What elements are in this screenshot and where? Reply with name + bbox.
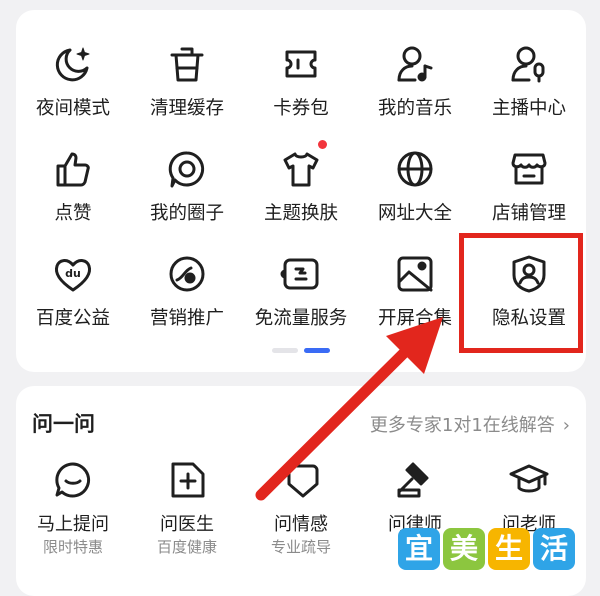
watermark-char: 活 bbox=[533, 528, 575, 570]
menu-item-streamer-center[interactable]: 主播中心 bbox=[472, 36, 586, 136]
menu-item-label: 网址大全 bbox=[377, 203, 452, 224]
more-experts-link[interactable]: 更多专家1对1在线解答 › bbox=[370, 411, 570, 437]
heart-chat-icon bbox=[287, 464, 319, 498]
ask-item-quick-question[interactable]: 马上提问 限时特惠 bbox=[16, 456, 130, 566]
menu-item-label: 卡券包 bbox=[273, 98, 329, 119]
watermark-char: 美 bbox=[443, 528, 485, 570]
watermark-char: 宜 bbox=[398, 528, 440, 570]
shop-icon bbox=[511, 153, 547, 185]
tshirt-icon bbox=[283, 152, 319, 187]
ask-item-sub: 限时特惠 bbox=[42, 538, 103, 556]
menu-item-label: 开屏合集 bbox=[377, 308, 452, 329]
menu-item-my-music[interactable]: 我的音乐 bbox=[358, 36, 472, 136]
medical-cross-icon bbox=[171, 462, 205, 498]
menu-item-label: 我的音乐 bbox=[377, 98, 452, 119]
circle-chat-icon bbox=[168, 151, 205, 188]
menu-item-label: 主题换肤 bbox=[263, 203, 338, 224]
watermark-logo: 宜美生活 bbox=[398, 528, 584, 572]
image-collection-icon bbox=[397, 256, 433, 292]
highlight-box bbox=[459, 233, 583, 353]
svg-text:du: du bbox=[65, 267, 81, 280]
more-link-text: 更多专家1对1在线解答 bbox=[369, 415, 555, 436]
menu-item-label: 点赞 bbox=[54, 203, 92, 224]
ask-item-sub: 专业疏导 bbox=[270, 538, 331, 556]
menu-item-label: 清理缓存 bbox=[149, 98, 224, 119]
menu-item-themes[interactable]: 主题换肤 bbox=[244, 141, 358, 241]
data-free-icon bbox=[280, 258, 319, 290]
page-dot-inactive bbox=[272, 348, 298, 353]
heart-du-icon: du bbox=[54, 259, 92, 292]
menu-item-night-mode[interactable]: 夜间模式 bbox=[16, 36, 130, 136]
chevron-right-icon: › bbox=[562, 415, 570, 436]
moon-star-icon bbox=[55, 47, 90, 82]
menu-item-marketing[interactable]: 营销推广 bbox=[130, 246, 244, 346]
menu-item-charity[interactable]: du 百度公益 bbox=[16, 246, 130, 346]
ask-item-doctor[interactable]: 问医生 百度健康 bbox=[130, 456, 244, 566]
menu-item-label: 免流量服务 bbox=[254, 308, 348, 329]
menu-item-data-free[interactable]: 免流量服务 bbox=[244, 246, 358, 346]
globe-icon bbox=[397, 151, 433, 187]
menu-item-label: 夜间模式 bbox=[35, 98, 110, 119]
page-indicator bbox=[272, 348, 332, 354]
page-dot-active bbox=[304, 348, 330, 353]
menu-item-label: 营销推广 bbox=[149, 308, 224, 329]
menu-item-label: 我的圈子 bbox=[149, 203, 224, 224]
menu-item-label: 店铺管理 bbox=[491, 203, 566, 224]
user-mic-icon bbox=[511, 46, 545, 83]
ask-item-label: 问医生 bbox=[160, 514, 214, 535]
trash-bin-icon bbox=[170, 47, 204, 82]
ask-item-label: 马上提问 bbox=[37, 514, 109, 535]
section-title: 问一问 bbox=[32, 412, 95, 436]
menu-item-coupons[interactable]: 卡券包 bbox=[244, 36, 358, 136]
notification-badge bbox=[318, 140, 327, 149]
menu-item-my-circles[interactable]: 我的圈子 bbox=[130, 141, 244, 241]
ask-item-sub: 百度健康 bbox=[156, 538, 217, 556]
ask-item-label: 问情感 bbox=[274, 514, 328, 535]
watermark-char: 生 bbox=[488, 528, 530, 570]
gavel-icon bbox=[397, 462, 429, 498]
ask-item-emotion[interactable]: 问情感 专业疏导 bbox=[244, 456, 358, 566]
thumbs-up-icon bbox=[56, 152, 90, 187]
menu-item-label: 百度公益 bbox=[35, 308, 110, 329]
menu-item-clear-cache[interactable]: 清理缓存 bbox=[130, 36, 244, 136]
chat-bubble-icon bbox=[55, 462, 91, 498]
graduation-cap-icon bbox=[509, 464, 549, 493]
menu-item-label: 主播中心 bbox=[491, 98, 566, 119]
marketing-icon bbox=[169, 256, 205, 292]
menu-item-splash-collection[interactable]: 开屏合集 bbox=[358, 246, 472, 346]
user-music-icon bbox=[397, 46, 433, 82]
coupon-icon bbox=[285, 50, 317, 78]
menu-item-likes[interactable]: 点赞 bbox=[16, 141, 130, 241]
menu-item-shop-management[interactable]: 店铺管理 bbox=[472, 141, 586, 241]
menu-item-url-directory[interactable]: 网址大全 bbox=[358, 141, 472, 241]
